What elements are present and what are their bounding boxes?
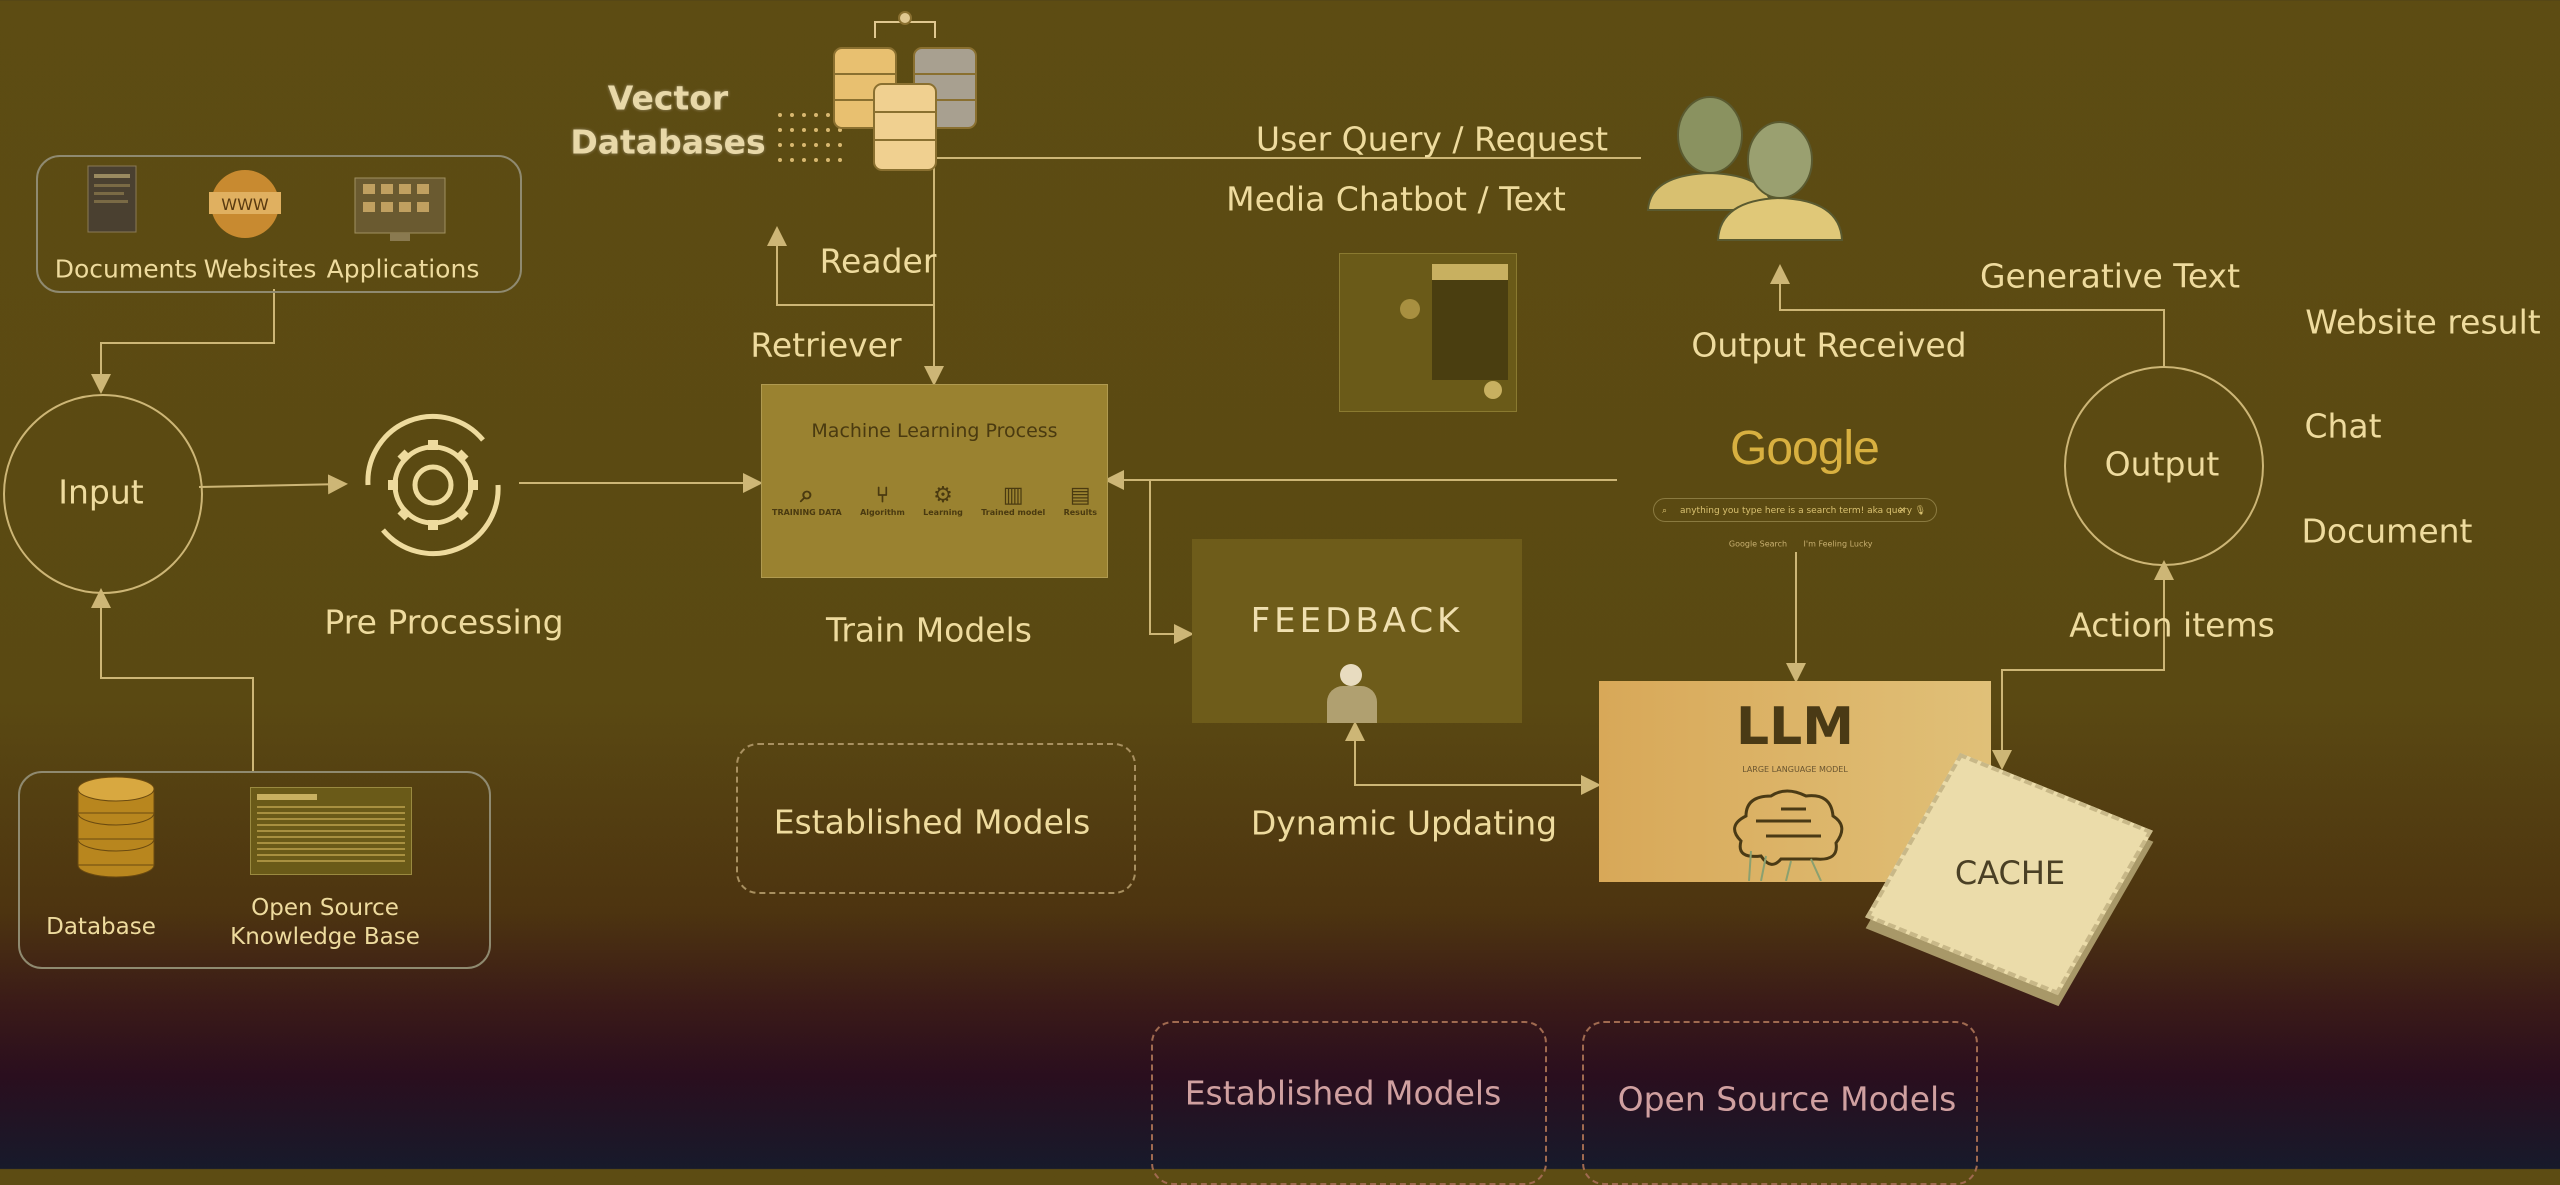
input-to-preprocess-arrow: [198, 474, 348, 495]
websites-label: Websites: [203, 254, 317, 284]
ml-step-results: ▤ Results: [1063, 483, 1097, 517]
user-query-label: User Query / Request: [1255, 119, 1609, 159]
ml-step-learning: ⚙ Learning: [923, 483, 963, 517]
bottom-open-source-models-label: Open Source Models: [1617, 1079, 1957, 1119]
established-models-label: Established Models: [773, 802, 1091, 842]
microphone-icon[interactable]: 🎙: [1915, 499, 1926, 523]
brain-icon: [1733, 789, 1844, 881]
users-icon: [1646, 96, 1844, 241]
dynamic-updating-label: Dynamic Updating: [1250, 803, 1558, 843]
llm-title: LLM: [1735, 697, 1854, 757]
search-icon: ⌕: [1662, 506, 1668, 516]
ml-process-title: Machine Learning Process: [811, 420, 1058, 442]
google-logo: Google: [1730, 422, 1880, 475]
train-models-label: Train Models: [826, 610, 1032, 650]
feedback-text: FEEDBACK: [1250, 601, 1464, 641]
google-search-button[interactable]: Google Search: [1729, 540, 1787, 549]
database-label: Database: [46, 914, 156, 940]
cache-label: CACHE: [1954, 854, 2066, 892]
google-search-input[interactable]: ⌕ anything you type here is a search ter…: [1653, 498, 1937, 522]
ml-step-training-data: ⌕ TRAINING DATA: [772, 480, 842, 517]
chat-label: Chat: [2304, 406, 2382, 446]
reader-label: Reader: [819, 241, 937, 281]
output-received-label: Output Received: [1691, 325, 1967, 365]
machine-learning-process-panel: Machine Learning Process ⌕ TRAINING DATA …: [761, 384, 1108, 578]
media-chatbot-label: Media Chatbot / Text: [1226, 179, 1566, 219]
ml-step-trained-model: ▥ Trained model: [981, 483, 1046, 517]
generative-text-label: Generative Text: [1979, 256, 2241, 296]
document-label: Document: [2301, 511, 2473, 551]
knowledge-base-label-1: Open Source: [251, 895, 399, 921]
knowledge-base-page-image: [250, 787, 412, 875]
search-query-text: anything you type here is a search term!…: [1680, 506, 1913, 516]
vector-database-servers-icon: [833, 11, 977, 171]
svg-text:WWW: WWW: [221, 195, 269, 214]
applications-icon: [354, 177, 446, 241]
feeling-lucky-button[interactable]: I'm Feeling Lucky: [1804, 540, 1873, 549]
ml-step-algorithm: ⑂ Algorithm: [860, 483, 905, 517]
vector-db-label-2: Databases: [570, 122, 766, 162]
cache-output-arrow: [1992, 560, 2174, 770]
ml-to-feedback-arrow: [1149, 480, 1194, 644]
documents-label: Documents: [54, 254, 198, 284]
database-icon: [77, 776, 155, 878]
feedback-image: FEEDBACK: [1192, 539, 1522, 723]
preprocessing-gear-icon: [365, 413, 501, 557]
storage-to-input-arrow: [91, 588, 254, 771]
bottom-established-models-label: Established Models: [1184, 1073, 1502, 1113]
output-label: Output: [2104, 444, 2220, 484]
action-items-label: Action items: [2069, 605, 2275, 645]
website-result-label: Website result: [2305, 302, 2541, 342]
knowledge-base-label-2: Knowledge Base: [230, 924, 420, 950]
retriever-label: Retriever: [750, 325, 902, 365]
input-label: Input: [58, 472, 144, 512]
clear-icon[interactable]: ✕: [1898, 499, 1906, 523]
vector-db-label-1: Vector: [607, 78, 729, 118]
document-icon: [87, 165, 137, 233]
website-globe-icon: WWW: [209, 170, 281, 238]
sources-to-input-arrow: [91, 289, 275, 394]
applications-label: Applications: [326, 254, 480, 284]
llm-subtitle: LARGE LANGUAGE MODEL: [1742, 765, 1848, 774]
feedback-llm-arrow: [1345, 721, 1601, 795]
pre-processing-label: Pre Processing: [324, 602, 564, 642]
chatbot-screenshot: [1339, 253, 1517, 412]
